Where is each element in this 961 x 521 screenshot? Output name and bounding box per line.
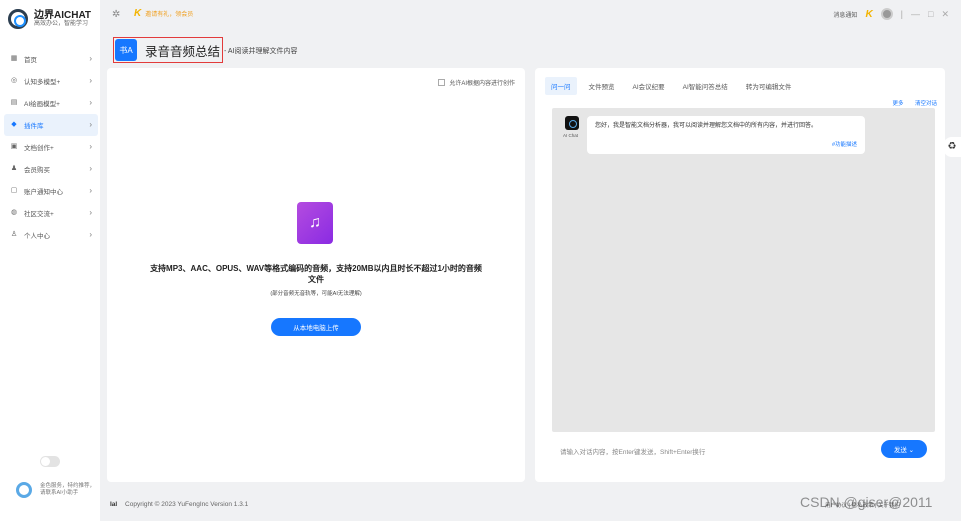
sidebar-item-label: 会员购买 [24, 167, 50, 174]
top-bar: ✲ K 邀请有礼，领会员 消息通知 K | — □ ✕ [100, 0, 961, 30]
brain-icon: ◎ [10, 77, 18, 84]
divider: | [900, 9, 904, 19]
sidebar-item-community[interactable]: ◍ 社区交流+ › [4, 202, 98, 224]
sidebar-footer-text: 金色服务，特约推荐，请联系AI小助手 [40, 482, 96, 496]
allow-creation-checkbox[interactable] [438, 79, 446, 86]
page-title-box: 书A 录音音频总结 [113, 37, 223, 63]
copyright-text: Copyright © 2023 YuFengInc Version 1.3.1 [125, 501, 249, 508]
top-right-actions: 消息通知 K | — □ ✕ [825, 8, 949, 20]
sidebar-nav: ▦ 首页 › ◎ 认知多模型+ › ▤ AI绘画模型+ › ◆ 插件库 › ▣ … [4, 48, 98, 246]
sidebar-item-ai-drawing[interactable]: ▤ AI绘画模型+ › [4, 92, 98, 114]
sidebar-item-label: 文档创作+ [24, 145, 54, 152]
image-icon: ▤ [10, 99, 18, 106]
chevron-right-icon: › [89, 142, 92, 151]
chevron-right-icon: › [89, 208, 92, 217]
sparkle-icon[interactable]: ✲ [112, 9, 120, 20]
sidebar-item-membership[interactable]: ♟ 会员购买 › [4, 158, 98, 180]
assistant-logo-icon [16, 482, 32, 498]
tab-preview[interactable]: 文件预览 [583, 77, 621, 95]
chat-tabs: 问一问 文件预览 AI会议纪要 AI智能问答总结 转为可编辑文件 [545, 77, 803, 95]
theme-toggle[interactable] [40, 456, 60, 467]
notification-link[interactable]: 消息通知 [833, 10, 857, 19]
community-icon: ◍ [10, 209, 18, 216]
feature-description-link[interactable]: #功能描述 [832, 142, 857, 150]
plugin-icon: ◆ [11, 121, 17, 128]
sidebar: 边界AICHAT 高效办公，智能学习 ▦ 首页 › ◎ 认知多模型+ › ▤ A… [0, 0, 100, 521]
chevron-right-icon: › [89, 230, 92, 239]
sidebar-item-label: 社区交流+ [24, 211, 54, 218]
chat-panel: 问一问 文件预览 AI会议纪要 AI智能问答总结 转为可编辑文件 更多 清空对话… [535, 68, 945, 482]
upload-description: 支持MP3、AAC、OPUS、WAV等格式编码的音频，支持20MB以内且时长不超… [150, 264, 482, 284]
chevron-right-icon: › [89, 186, 92, 195]
promo-text: 邀请有礼，领会员 [145, 12, 194, 18]
tab-editable[interactable]: 转为可编辑文件 [740, 77, 798, 95]
k-logo-icon[interactable]: K [865, 9, 872, 20]
bot-name: AI Chat [563, 133, 579, 138]
minimize-icon[interactable]: — [911, 9, 920, 19]
sidebar-item-label: 认知多模型+ [24, 79, 61, 86]
promo-banner[interactable]: K 邀请有礼，领会员 [134, 8, 193, 19]
upload-panel: 允许AI根据内容进行创作 ♫ 支持MP3、AAC、OPUS、WAV等格式编码的音… [107, 68, 525, 482]
clear-chat-link[interactable]: 清空对话 [915, 101, 937, 107]
footer-copyright: Ial Copyright © 2023 YuFengInc Version 1… [110, 501, 248, 508]
person-icon: ♙ [10, 231, 18, 238]
checkbox-label: 允许AI根据内容进行创作 [449, 81, 515, 87]
tab-qa-summary[interactable]: AI智能问答总结 [677, 77, 734, 95]
chat-links: 更多 清空对话 [882, 99, 937, 107]
chat-area[interactable]: AI Chat 您好，我是智能文档分析器，我可以阅读并理解您文档中的所有内容，并… [552, 108, 935, 432]
avatar[interactable] [880, 8, 893, 20]
sidebar-item-profile[interactable]: ♙ 个人中心 › [4, 224, 98, 246]
page-subtitle: - AI阅读并理解文件内容 [224, 48, 298, 55]
chevron-right-icon: › [89, 54, 92, 63]
chevron-right-icon: › [89, 120, 92, 129]
upload-note: (部分音频无音轨等，可能AI无法理解) [270, 291, 362, 297]
k-logo-icon: K [134, 8, 142, 19]
app-subtitle: 高效办公，智能学习 [34, 21, 89, 28]
footer-brand: Ial [110, 501, 118, 508]
sidebar-item-home[interactable]: ▦ 首页 › [4, 48, 98, 70]
sidebar-item-label: 账户通知中心 [24, 189, 63, 196]
maximize-icon[interactable]: □ [928, 9, 933, 19]
sidebar-item-label: 首页 [24, 57, 37, 64]
assistant-float-icon[interactable]: ♻ [943, 137, 961, 157]
sidebar-item-models[interactable]: ◎ 认知多模型+ › [4, 70, 98, 92]
bot-message: 您好，我是智能文档分析器，我可以阅读并理解您文档中的所有内容，并进行回答。 #功… [587, 116, 865, 154]
bot-avatar [565, 116, 579, 130]
upload-button[interactable]: 从本地电脑上传 [271, 318, 361, 336]
page-title: 录音音频总结 [145, 44, 221, 59]
tab-ask[interactable]: 问一问 [545, 77, 577, 95]
chat-input[interactable]: 请输入对话内容，按Enter键发送，Shift+Enter换行 [560, 446, 705, 456]
chevron-right-icon: › [89, 98, 92, 107]
sidebar-item-label: 个人中心 [24, 233, 50, 240]
close-icon[interactable]: ✕ [941, 9, 949, 20]
app-title: 边界AICHAT [34, 10, 92, 22]
more-link[interactable]: 更多 [892, 101, 903, 107]
audio-file-icon: ♫ [297, 202, 333, 244]
sidebar-item-plugins[interactable]: ◆ 插件库 › [4, 114, 98, 136]
user-icon: ♟ [10, 165, 18, 172]
logo-icon [8, 9, 28, 29]
notice-icon: ▢ [10, 187, 18, 194]
bot-message-text: 您好，我是智能文档分析器，我可以阅读并理解您文档中的所有内容，并进行回答。 [595, 123, 818, 129]
document-icon: ▣ [10, 143, 18, 150]
send-button[interactable]: 发送 ⌄ [881, 440, 927, 458]
watermark: CSDN @giser@2011 [800, 494, 933, 510]
allow-creation-checkbox-row[interactable]: 允许AI根据内容进行创作 [438, 78, 515, 87]
chevron-right-icon: › [89, 164, 92, 173]
app-logo[interactable]: 边界AICHAT 高效办公，智能学习 [8, 9, 91, 29]
sidebar-item-label: 插件库 [24, 123, 44, 130]
sidebar-item-label: AI绘画模型+ [24, 101, 60, 108]
tab-meeting-notes[interactable]: AI会议纪要 [627, 77, 671, 95]
sidebar-item-notifications[interactable]: ▢ 账户通知中心 › [4, 180, 98, 202]
translate-icon: 书A [115, 39, 137, 61]
home-icon: ▦ [10, 55, 18, 62]
chat-input-row: 请输入对话内容，按Enter键发送，Shift+Enter换行 发送 ⌄ [552, 438, 935, 462]
sidebar-footer[interactable]: 金色服务，特约推荐，请联系AI小助手 [16, 482, 100, 498]
chevron-right-icon: › [89, 76, 92, 85]
sidebar-item-documents[interactable]: ▣ 文档创作+ › [4, 136, 98, 158]
